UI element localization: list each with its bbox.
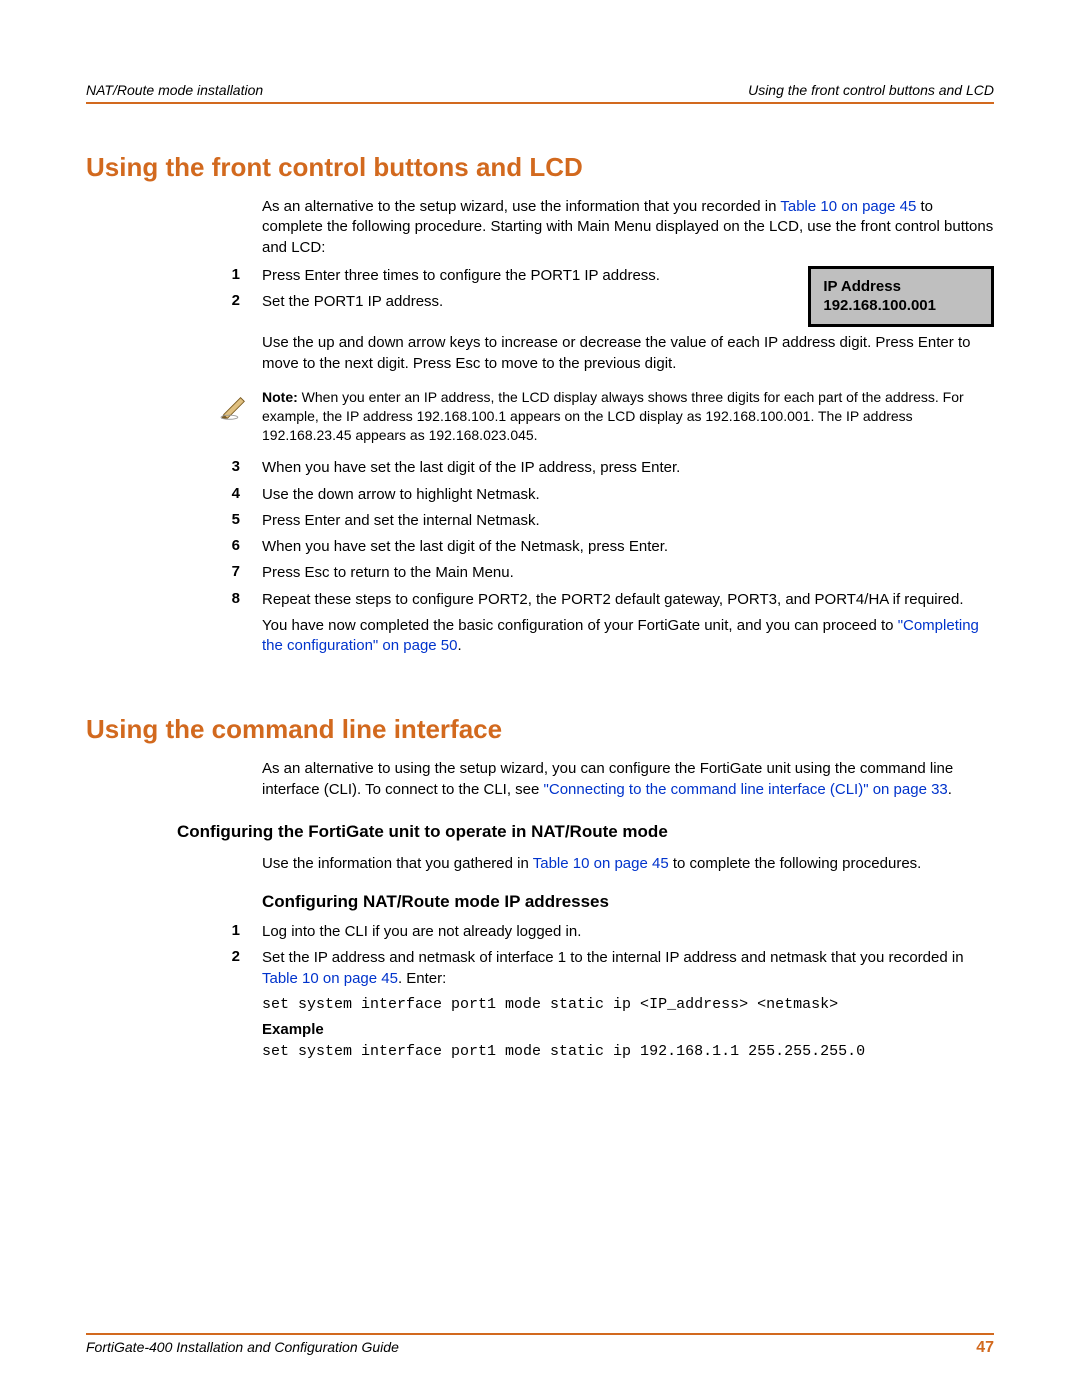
link-table10-c[interactable]: Table 10 on page 45 [262, 970, 398, 987]
step-text: Set the PORT1 IP address. [262, 292, 790, 312]
note: Note: When you enter an IP address, the … [86, 388, 994, 445]
lcd-line1: IP Address [823, 278, 936, 297]
text: Use the information that you gathered in [262, 855, 533, 872]
note-body: When you enter an IP address, the LCD di… [262, 389, 964, 443]
page-footer: FortiGate-400 Installation and Configura… [86, 1333, 994, 1357]
step-7: 7 Press Esc to return to the Main Menu. [86, 563, 994, 583]
step-number: 2 [86, 948, 262, 965]
step-8: 8 Repeat these steps to configure PORT2,… [86, 590, 994, 610]
section2-subhead1: Configuring the FortiGate unit to operat… [177, 822, 994, 842]
header-left: NAT/Route mode installation [86, 82, 263, 98]
pencil-note-icon [220, 394, 250, 420]
step-number: 5 [86, 511, 262, 528]
section2-subhead2: Configuring NAT/Route mode IP addresses [262, 892, 994, 912]
page-number: 47 [976, 1339, 994, 1357]
section2-sub1-text: Use the information that you gathered in… [262, 854, 994, 874]
text: . [948, 781, 952, 798]
step-3: 3 When you have set the last digit of th… [86, 458, 994, 478]
step-text: Press Enter and set the internal Netmask… [262, 511, 994, 531]
step-text: Log into the CLI if you are not already … [262, 922, 994, 942]
section1-intro: As an alternative to the setup wizard, u… [262, 197, 994, 258]
step-number: 6 [86, 537, 262, 554]
note-label: Note: [262, 389, 298, 405]
link-table10-b[interactable]: Table 10 on page 45 [533, 855, 669, 872]
step-text: When you have set the last digit of the … [262, 458, 994, 478]
step-2-after: Use the up and down arrow keys to increa… [262, 333, 994, 374]
step-text: When you have set the last digit of the … [262, 537, 994, 557]
step-number: 1 [86, 266, 262, 283]
lcd-line2: 192.168.100.001 [823, 297, 936, 316]
step-2: 2 Set the PORT1 IP address. [86, 292, 790, 312]
footer-left: FortiGate-400 Installation and Configura… [86, 1339, 399, 1357]
lcd-display: IP Address 192.168.100.001 [808, 266, 994, 328]
link-table10[interactable]: Table 10 on page 45 [780, 198, 916, 215]
step-4: 4 Use the down arrow to highlight Netmas… [86, 485, 994, 505]
text: As an alternative to the setup wizard, u… [262, 198, 780, 215]
step-text: Press Esc to return to the Main Menu. [262, 563, 994, 583]
step-number: 1 [86, 922, 262, 939]
step-number: 2 [86, 292, 262, 309]
text: . Enter: [398, 970, 446, 987]
step-8-after: You have now completed the basic configu… [262, 616, 994, 657]
note-icon-cell [86, 388, 262, 420]
step-5: 5 Press Enter and set the internal Netma… [86, 511, 994, 531]
step-number: 3 [86, 458, 262, 475]
cli-step-2: 2 Set the IP address and netmask of inte… [86, 948, 994, 989]
page: NAT/Route mode installation Using the fr… [0, 0, 1080, 1397]
header-right: Using the front control buttons and LCD [748, 82, 994, 98]
section2-intro: As an alternative to using the setup wiz… [262, 759, 994, 800]
step-text: Repeat these steps to configure PORT2, t… [262, 590, 994, 610]
note-text: Note: When you enter an IP address, the … [262, 388, 994, 445]
page-header: NAT/Route mode installation Using the fr… [86, 82, 994, 104]
example-label: Example [262, 1021, 994, 1038]
code-block-2: set system interface port1 mode static i… [262, 1042, 994, 1062]
code-block-1: set system interface port1 mode static i… [262, 995, 994, 1015]
step-text: Press Enter three times to configure the… [262, 266, 790, 286]
step-text: Use the down arrow to highlight Netmask. [262, 485, 994, 505]
step-number: 7 [86, 563, 262, 580]
text: . [457, 637, 461, 654]
text: to complete the following procedures. [669, 855, 922, 872]
step-1: 1 Press Enter three times to configure t… [86, 266, 790, 286]
link-connecting-cli[interactable]: "Connecting to the command line interfac… [544, 781, 948, 798]
step-number: 4 [86, 485, 262, 502]
text: Set the IP address and netmask of interf… [262, 949, 964, 966]
section2-title: Using the command line interface [86, 714, 994, 745]
step-text: Set the IP address and netmask of interf… [262, 948, 994, 989]
lcd-box: IP Address 192.168.100.001 [808, 266, 994, 328]
step-6: 6 When you have set the last digit of th… [86, 537, 994, 557]
step-number: 8 [86, 590, 262, 607]
cli-step-1: 1 Log into the CLI if you are not alread… [86, 922, 994, 942]
section1-title: Using the front control buttons and LCD [86, 152, 994, 183]
text: You have now completed the basic configu… [262, 617, 898, 634]
